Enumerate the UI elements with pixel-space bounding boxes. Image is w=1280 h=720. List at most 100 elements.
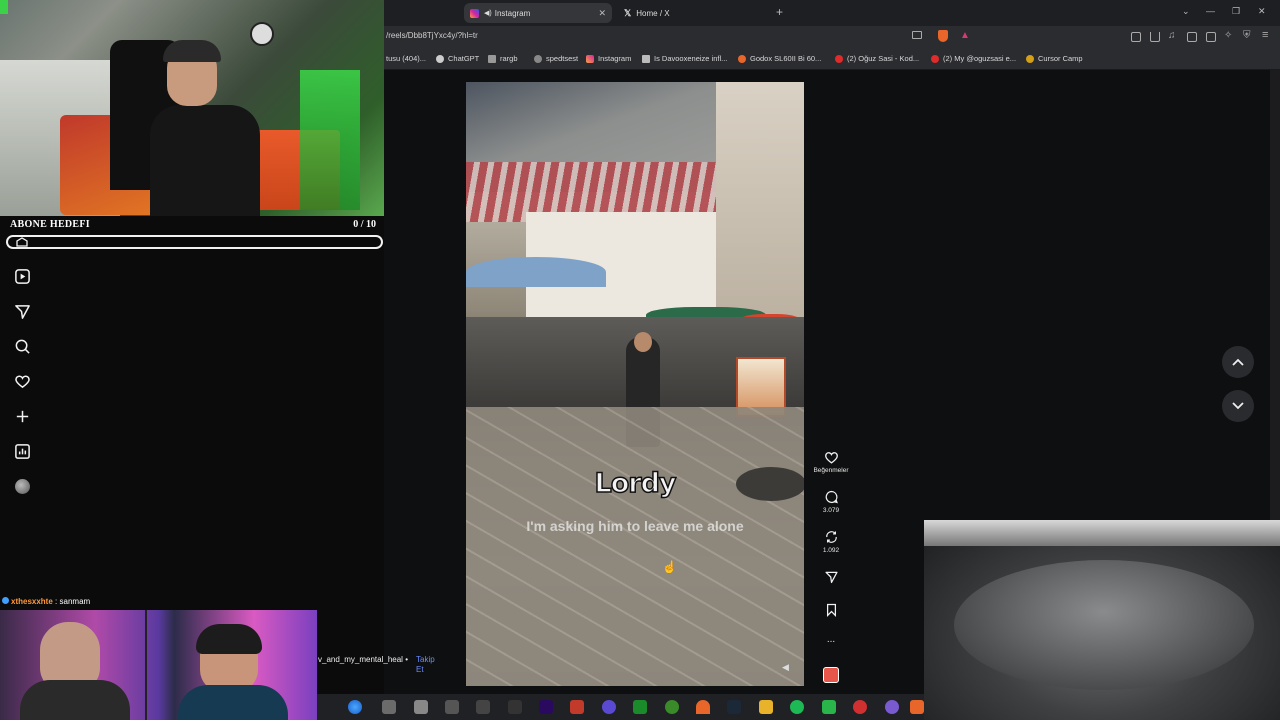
leo-ai-icon[interactable]: ✧ xyxy=(1224,30,1232,41)
tab-label: Home / X xyxy=(636,8,670,18)
bookmark-item[interactable]: rargb xyxy=(488,54,518,63)
taskview-icon[interactable] xyxy=(382,700,396,714)
bookmark-item[interactable]: spedtsest xyxy=(534,54,578,63)
app-icon[interactable] xyxy=(570,700,584,714)
extensions-icon[interactable] xyxy=(1131,32,1141,42)
desk-camera xyxy=(924,520,1280,720)
page-icon xyxy=(642,54,650,63)
browser-tab-bar: ◀) Instagram ✕ 𝕏 Home / X + ⌄ — ❐ ✕ xyxy=(384,0,1280,26)
heart-icon xyxy=(824,452,838,464)
chevron-up-icon xyxy=(1232,358,1244,366)
comment-button[interactable]: 3.079 xyxy=(812,490,850,514)
speaker-icon: ◀) xyxy=(484,10,492,17)
vpn-icon[interactable]: ⛨ xyxy=(1243,30,1251,41)
like-button[interactable]: Beğenmeler xyxy=(812,450,850,474)
mute-icon[interactable]: ◀ xyxy=(782,662,789,673)
new-tab-button[interactable]: + xyxy=(776,5,783,19)
comment-icon xyxy=(825,490,838,504)
chat-username: xthesxxhte xyxy=(11,597,53,606)
mouse-cursor-icon: ☝ xyxy=(662,560,677,574)
brave-shield-icon[interactable] xyxy=(938,30,948,42)
reel-caption-subtitle: I'm asking him to leave me alone xyxy=(526,518,744,534)
heart-icon[interactable] xyxy=(14,373,31,390)
brave-rewards-icon[interactable]: ▲ xyxy=(960,30,970,41)
tab-instagram[interactable]: ◀) Instagram ✕ xyxy=(464,3,612,23)
x-favicon-icon: 𝕏 xyxy=(624,7,632,18)
app-icon[interactable] xyxy=(602,700,616,714)
youtube-icon xyxy=(835,54,843,63)
previous-reel-button[interactable] xyxy=(1222,346,1254,378)
repost-icon xyxy=(825,531,837,543)
guest-webcam xyxy=(0,610,317,720)
music-icon[interactable]: ♫ xyxy=(1168,30,1176,41)
send-icon[interactable] xyxy=(14,303,31,320)
app-icon[interactable] xyxy=(508,700,522,714)
bookmark-icon xyxy=(826,603,836,617)
chat-text: sanmam xyxy=(59,597,91,606)
chat-separator: : xyxy=(55,597,58,606)
bookmark-item[interactable]: Is Davooxeneize infl... xyxy=(642,54,727,63)
search-icon[interactable] xyxy=(14,338,31,355)
sidebar-icon[interactable] xyxy=(1187,32,1197,42)
bookmark-item[interactable]: Godox SL60II Bi 60... xyxy=(738,54,821,63)
menu-icon[interactable]: ≡ xyxy=(1262,29,1268,41)
tab-label: Instagram xyxy=(494,8,531,18)
bookmark-item[interactable]: Cursor Camp xyxy=(1026,54,1083,63)
app-icon[interactable] xyxy=(476,700,490,714)
tab-list-icon[interactable]: ⌄ xyxy=(1182,6,1190,17)
cast-icon[interactable] xyxy=(912,31,922,39)
folder-icon[interactable] xyxy=(759,700,773,714)
profile-avatar[interactable] xyxy=(15,479,30,494)
create-icon[interactable] xyxy=(14,408,31,425)
minimize-icon[interactable]: — xyxy=(1206,6,1215,16)
url-field[interactable]: /reels/Dbb8TjYxc4y/?hl=tr xyxy=(386,31,478,40)
bookmark-item[interactable]: (2) Oğuz Sasi - Kod... xyxy=(835,54,919,63)
goal-count: 0 / 10 xyxy=(353,219,376,230)
comment-count: 3.079 xyxy=(822,507,840,514)
bookmark-item[interactable]: Instagram xyxy=(586,54,631,63)
chrome-icon[interactable] xyxy=(348,700,362,714)
steam-icon[interactable] xyxy=(727,700,741,714)
app-icon[interactable] xyxy=(696,700,710,714)
app-icon[interactable] xyxy=(885,700,899,714)
app-icon[interactable] xyxy=(414,700,428,714)
maximize-icon[interactable]: ❐ xyxy=(1232,6,1240,17)
instagram-icon xyxy=(586,54,594,63)
cursor-camp-icon xyxy=(1026,54,1034,63)
repost-count: 1.092 xyxy=(822,547,840,554)
audio-thumbnail[interactable] xyxy=(823,667,839,683)
youtube-icon xyxy=(931,54,939,63)
close-window-icon[interactable]: ✕ xyxy=(1258,6,1266,17)
reels-icon[interactable] xyxy=(14,268,31,285)
reel-video[interactable]: Lordy I'm asking him to leave me alone ◀ xyxy=(466,82,804,686)
repost-button[interactable]: 1.092 xyxy=(812,530,850,554)
follow-button[interactable]: Takip Et xyxy=(416,655,440,675)
goal-label: ABONE HEDEFI xyxy=(10,219,91,230)
reel-author-username[interactable]: v_and_my_mental_heal • xyxy=(318,655,408,664)
tab-x-home[interactable]: 𝕏 Home / X xyxy=(618,3,768,23)
bookmark-item[interactable]: ChatGPT xyxy=(436,54,479,63)
bookmark-item[interactable]: tusu (404)... xyxy=(386,54,426,63)
spotify-icon[interactable] xyxy=(790,700,804,714)
xbox-icon[interactable] xyxy=(633,700,647,714)
brave-icon[interactable] xyxy=(910,700,924,714)
wallet-icon[interactable] xyxy=(1206,32,1216,42)
app-icon[interactable] xyxy=(853,700,867,714)
bookmark-item[interactable]: (2) My @oguzsasi e... xyxy=(931,54,1016,63)
dashboard-icon[interactable] xyxy=(14,443,31,460)
address-bar: /reels/Dbb8TjYxc4y/?hl=tr ▲ xyxy=(384,26,1280,48)
share-button[interactable] xyxy=(812,570,850,587)
app-icon[interactable] xyxy=(822,700,836,714)
home-icon xyxy=(16,237,28,247)
save-button[interactable] xyxy=(812,603,850,620)
app-icon[interactable] xyxy=(665,700,679,714)
premiere-icon[interactable] xyxy=(539,700,553,714)
like-label: Beğenmeler xyxy=(813,467,849,474)
instagram-favicon-icon xyxy=(470,8,479,18)
app-icon[interactable] xyxy=(445,700,459,714)
reel-caption-title: Lordy xyxy=(594,467,678,500)
download-icon[interactable] xyxy=(1150,32,1160,42)
more-options-button[interactable]: ... xyxy=(812,634,850,645)
next-reel-button[interactable] xyxy=(1222,390,1254,422)
close-tab-icon[interactable]: ✕ xyxy=(598,8,606,19)
